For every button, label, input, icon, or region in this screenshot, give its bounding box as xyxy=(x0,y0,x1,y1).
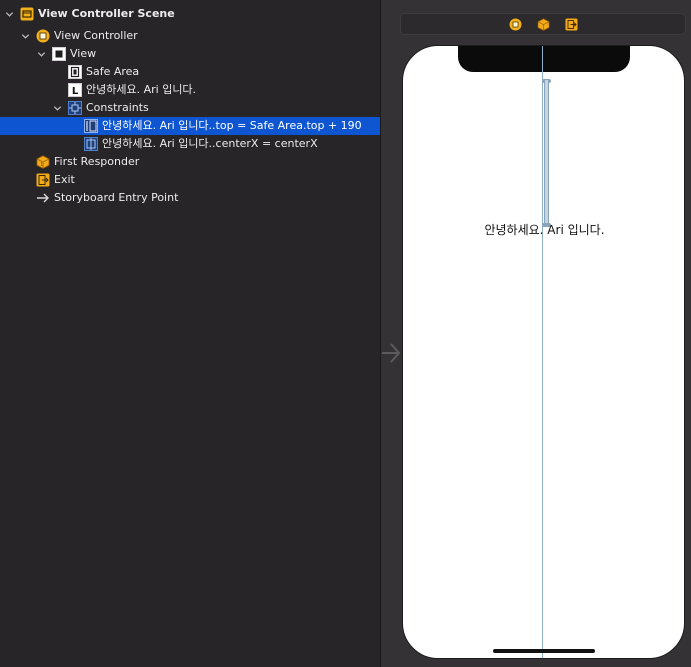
outline-row-constraints[interactable]: Constraints xyxy=(0,99,380,117)
disclosure-chevron-icon[interactable] xyxy=(36,45,46,63)
entry-point-arrow-icon xyxy=(36,191,50,205)
outline-row-constraint-top[interactable]: 안녕하세요. Ari 입니다..top = Safe Area.top + 19… xyxy=(0,117,380,135)
disclosure-chevron-icon[interactable] xyxy=(52,99,62,117)
scene-dock-bar xyxy=(400,13,686,35)
scene-icon xyxy=(20,7,34,21)
outline-row-label[interactable]: L 안녕하세요. Ari 입니다. xyxy=(0,81,380,99)
first-responder-icon[interactable] xyxy=(537,18,550,31)
outline-label-scene: View Controller Scene xyxy=(38,7,175,20)
svg-text:L: L xyxy=(72,86,79,97)
outline-label-entry-point: Storyboard Entry Point xyxy=(54,191,179,204)
outline-label-first-responder: First Responder xyxy=(54,155,140,168)
outline-row-constraint-centerx[interactable]: 안녕하세요. Ari 입니다..centerX = centerX xyxy=(0,135,380,153)
outline-row-scene[interactable]: View Controller Scene xyxy=(0,5,380,23)
outline-row-view-controller[interactable]: View Controller xyxy=(0,27,380,45)
top-constraint-indicator[interactable] xyxy=(544,80,549,226)
safe-area-icon xyxy=(68,65,82,79)
constraints-icon xyxy=(68,101,82,115)
outline-label-safe-area: Safe Area xyxy=(86,65,140,78)
outline-row-entry-point[interactable]: Storyboard Entry Point xyxy=(0,189,380,207)
disclosure-chevron-icon[interactable] xyxy=(4,5,14,23)
outline-row-safe-area[interactable]: Safe Area xyxy=(0,63,380,81)
constraint-icon xyxy=(84,119,98,133)
outline-label-constraint-top: 안녕하세요. Ari 입니다..top = Safe Area.top + 19… xyxy=(102,119,362,132)
outline-label-view: View xyxy=(70,47,97,60)
outline-label-constraints: Constraints xyxy=(86,101,149,114)
device-notch xyxy=(458,46,630,72)
outline-row-exit[interactable]: Exit xyxy=(0,171,380,189)
outline-label-constraint-centerx: 안녕하세요. Ari 입니다..centerX = centerX xyxy=(102,137,318,150)
view-controller-icon xyxy=(36,29,50,43)
disclosure-chevron-icon[interactable] xyxy=(20,27,30,45)
outline-row-first-responder[interactable]: 1 First Responder xyxy=(0,153,380,171)
entry-point-arrow-icon[interactable] xyxy=(380,340,402,366)
view-icon xyxy=(52,47,66,61)
home-indicator xyxy=(493,649,595,653)
outline-label-label-item: 안녕하세요. Ari 입니다. xyxy=(86,83,197,96)
greeting-label[interactable]: 안녕하세요. Ari 입니다. xyxy=(403,222,684,238)
first-responder-icon: 1 xyxy=(36,155,50,169)
label-icon: L xyxy=(68,83,82,97)
center-x-guide xyxy=(542,46,543,658)
document-outline: View Controller Scene View Controller Vi… xyxy=(0,0,380,667)
outline-label-exit: Exit xyxy=(54,173,75,186)
exit-icon xyxy=(36,173,50,187)
outline-row-view[interactable]: View xyxy=(0,45,380,63)
constraint-icon xyxy=(84,137,98,151)
view-controller-icon[interactable] xyxy=(509,18,522,31)
iphone-device-frame[interactable]: 안녕하세요. Ari 입니다. xyxy=(402,45,685,659)
exit-icon[interactable] xyxy=(565,18,578,31)
outline-label-view-controller: View Controller xyxy=(54,29,138,42)
